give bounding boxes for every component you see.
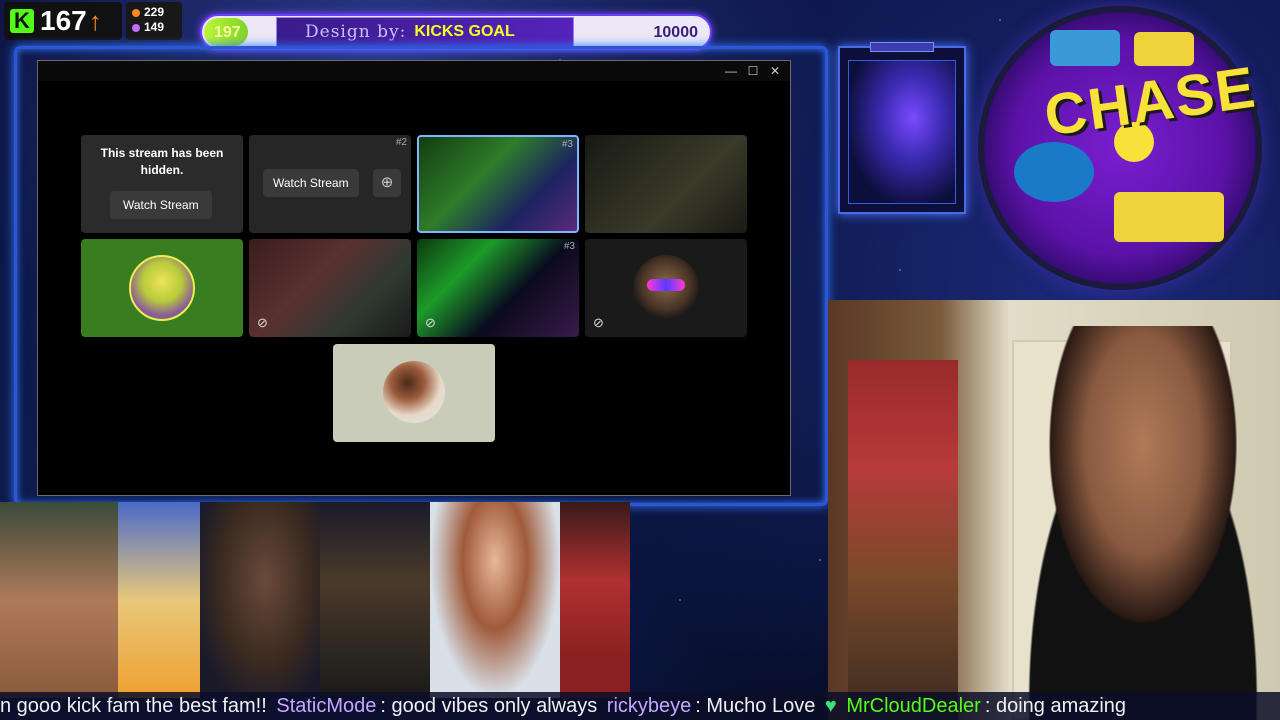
stream-tile-2: #2 Watch Stream ⊕ (249, 135, 411, 233)
stream-tile-9[interactable] (333, 344, 495, 442)
stream-tile-4[interactable] (585, 135, 747, 233)
design-by-label: Design by: (305, 22, 407, 42)
webcam-feed (828, 300, 1280, 720)
ticker-segment: : doing amazing (984, 695, 1127, 717)
hidden-stream-tile: This stream has been hidden. Watch Strea… (81, 135, 243, 233)
chase-title: CHASE (1040, 54, 1261, 149)
maximize-button[interactable]: ☐ (742, 61, 764, 81)
stream-tile-8[interactable]: ⊘ (585, 239, 747, 337)
stat-line-2: 149 (132, 20, 176, 35)
stacked-boxes (848, 360, 958, 720)
bike-shape (1014, 142, 1094, 202)
girl-avatar (383, 361, 445, 423)
muted-icon[interactable]: ⊘ (593, 315, 609, 331)
ticker-username: rickybeye (606, 695, 692, 717)
arrow-up-icon: ↑ (88, 5, 102, 36)
ticker-segment: : good vibes only always (380, 695, 598, 717)
box-shape (1134, 32, 1194, 66)
sunglasses-icon (647, 279, 685, 291)
muted-icon[interactable]: ⊘ (425, 315, 441, 331)
kick-logo-icon: K (10, 9, 34, 33)
supporter-avatar-strip (0, 502, 828, 698)
stat-value-1: 229 (144, 5, 165, 19)
flame-icon (132, 8, 140, 17)
watch-stream-button[interactable]: Watch Stream (263, 169, 359, 197)
hand-shape (1050, 30, 1120, 66)
supporter-avatar-6 (560, 502, 630, 698)
heart-icon: ♥ (824, 695, 837, 717)
supporter-avatar-5 (430, 502, 560, 698)
tile-number: #3 (561, 139, 573, 150)
viewer-icon (132, 23, 140, 32)
viewer-stats: 229 149 (126, 2, 182, 40)
goal-label-panel: Design by: KICKS GOAL (276, 17, 574, 47)
pepe-avatar (129, 255, 195, 321)
panel-tab (870, 42, 934, 52)
stream-tile-6[interactable]: ⊘ (249, 239, 411, 337)
dna-helix-image (848, 60, 956, 204)
ticker-segment: n gooo kick fam the best fam!! (0, 695, 267, 717)
supporter-avatar-4 (320, 502, 430, 698)
goal-title: KICKS GOAL (414, 23, 515, 40)
goal-target-value: 10000 (653, 24, 699, 41)
package-shape (1114, 192, 1224, 242)
kicks-goal-bar: 197 Design by: KICKS GOAL 10000 (200, 14, 712, 50)
watch-stream-button[interactable]: Watch Stream (110, 191, 212, 219)
multistream-window: — ☐ ✕ This stream has been hidden. Watch… (37, 60, 791, 496)
ticker-username: MrCloudDealer (846, 695, 981, 717)
goal-current-value: 197 (214, 24, 241, 41)
stat-line-1: 229 (132, 5, 176, 20)
hidden-stream-message: This stream has been hidden. (100, 146, 224, 177)
supporter-avatar-3 (200, 502, 330, 698)
dna-decoration-panel (838, 42, 966, 214)
follower-count: 167 (40, 5, 87, 36)
kick-follower-counter: K 167 ↑ (4, 2, 122, 40)
chase-badge-logo: CHASE (978, 6, 1262, 290)
tile-number: #2 (395, 137, 407, 148)
ticker-username: StaticMode (276, 695, 377, 717)
chat-ticker: n gooo kick fam the best fam!! StaticMod… (0, 692, 1280, 720)
minimize-button[interactable]: — (720, 61, 742, 81)
streamer-person (998, 326, 1280, 720)
window-titlebar: — ☐ ✕ (38, 61, 790, 81)
supporter-avatar-1 (0, 502, 128, 698)
stream-tile-5[interactable] (81, 239, 243, 337)
popout-icon[interactable]: ⊕ (373, 169, 401, 197)
close-button[interactable]: ✕ (764, 61, 786, 81)
ticker-segment: : Mucho Love (695, 695, 816, 717)
stream-tile-3[interactable]: #3 (417, 135, 579, 233)
stream-tile-7[interactable]: #3 ⊘ (417, 239, 579, 337)
muted-icon[interactable]: ⊘ (257, 315, 273, 331)
monkey-avatar (633, 255, 699, 321)
stat-value-2: 149 (144, 20, 165, 34)
tile-number: #3 (563, 241, 575, 252)
